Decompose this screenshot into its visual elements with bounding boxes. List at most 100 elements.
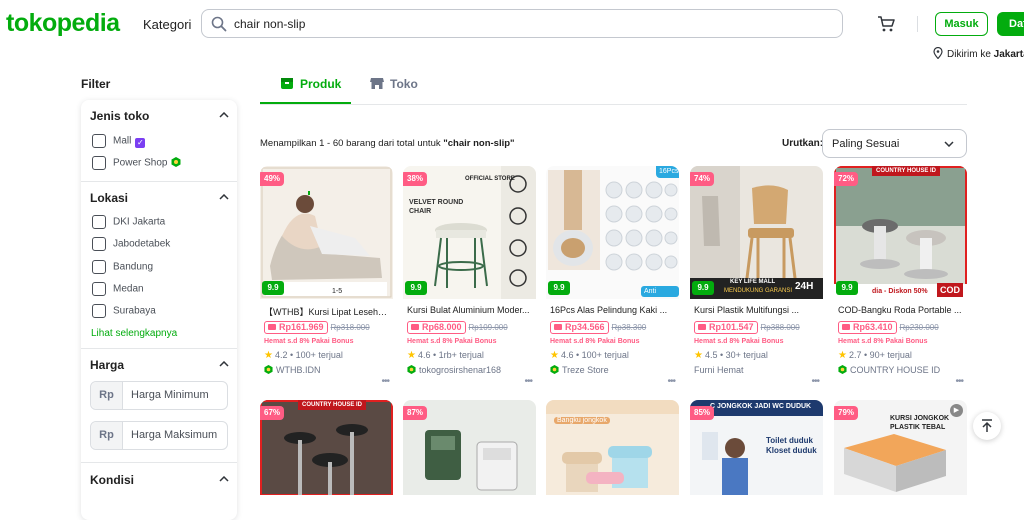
checkbox[interactable] bbox=[92, 156, 106, 170]
header-divider bbox=[917, 16, 918, 32]
arrow-up-icon bbox=[982, 419, 992, 432]
power-shop-badge-icon bbox=[407, 365, 416, 374]
product-title-overlay: Toilet duduk Kloset duduk bbox=[766, 436, 817, 455]
product-card[interactable]: KURSI JONGKOK PLASTIK TEBAL ▶ 79% bbox=[834, 400, 967, 495]
product-image[interactable]: Bangku jongkok bbox=[546, 400, 679, 495]
rating-value: 4.6 bbox=[560, 350, 574, 360]
checkbox[interactable] bbox=[92, 282, 106, 296]
product-image[interactable]: 1-5 9.9 49% bbox=[260, 166, 393, 299]
sold-count: 30+ terjual bbox=[725, 350, 768, 360]
rating-value: 2.7 bbox=[848, 350, 862, 360]
product-card[interactable]: 1-5 9.9 49% 【WTHB】Kursi Lipat Leseha... … bbox=[260, 166, 393, 392]
search-bar[interactable]: chair non-slip bbox=[201, 9, 843, 38]
price-box: Rp63.410 bbox=[838, 321, 897, 334]
rating-line: ★ 4.6 • 1rb+ terjual bbox=[407, 350, 484, 361]
product-image[interactable]: COUNTRY HOUSE ID dia - Diskon 50% COD 9.… bbox=[834, 166, 967, 299]
product-card[interactable]: KEY LIFE MALL MENDUKUNG GARANSI 24H 9.9 … bbox=[690, 166, 823, 392]
filter-heading: Harga bbox=[90, 358, 125, 372]
product-image[interactable]: KURSI JONGKOK PLASTIK TEBAL ▶ 79% bbox=[834, 400, 967, 495]
min-price-field[interactable]: Rp Harga Minimum bbox=[90, 381, 228, 410]
product-name[interactable]: Kursi Bulat Aluminium Moder... bbox=[407, 305, 533, 315]
checkbox[interactable] bbox=[92, 304, 106, 318]
option-label: DKI Jakarta bbox=[113, 216, 166, 228]
min-price-input[interactable]: Harga Minimum bbox=[131, 389, 209, 401]
product-name[interactable]: 【WTHB】Kursi Lipat Leseha... bbox=[264, 305, 390, 318]
shop-line: Furni Hemat bbox=[694, 365, 744, 375]
star-icon: ★ bbox=[407, 350, 416, 361]
option-label: Mall bbox=[113, 135, 132, 147]
promo-tag: 9.9 bbox=[405, 281, 427, 295]
product-image[interactable]: KEY LIFE MALL MENDUKUNG GARANSI 24H 9.9 … bbox=[690, 166, 823, 299]
filter-divider bbox=[81, 348, 237, 349]
cashback-icon bbox=[842, 324, 850, 330]
search-icon bbox=[211, 16, 227, 32]
shop-line: Treze Store bbox=[550, 365, 609, 375]
banner-text: C JONGKOK JADI WC DUDUK bbox=[710, 403, 812, 410]
scroll-to-top-button[interactable] bbox=[973, 412, 1001, 440]
product-name[interactable]: 16Pcs Alas Pelindung Kaki ... bbox=[550, 305, 676, 315]
filter-option-bandung[interactable]: Bandung bbox=[92, 260, 153, 276]
chevron-up-icon[interactable] bbox=[219, 476, 229, 482]
chevron-up-icon[interactable] bbox=[219, 112, 229, 118]
checkbox[interactable] bbox=[92, 215, 106, 229]
max-price-field[interactable]: Rp Harga Maksimum bbox=[90, 421, 228, 450]
shop-line: WTHB.IDN bbox=[264, 365, 321, 375]
cashback-icon bbox=[411, 324, 419, 330]
star-icon: ★ bbox=[264, 350, 273, 361]
product-image[interactable]: C JONGKOK JADI WC DUDUK Toilet duduk Klo… bbox=[690, 400, 823, 495]
cart-icon[interactable] bbox=[877, 15, 895, 33]
product-card[interactable]: 87% bbox=[403, 400, 536, 495]
product-image[interactable]: OFFICIAL STORE VELVET ROUND CHAIR 9.9 38… bbox=[403, 166, 536, 299]
more-options-icon[interactable]: ••• bbox=[955, 376, 963, 387]
product-card[interactable]: COUNTRY HOUSE ID 67% bbox=[260, 400, 393, 495]
price-line: Rp68.000 Rp109.000 bbox=[407, 321, 508, 334]
store-icon bbox=[370, 78, 384, 89]
bonus-text: Hemat s.d 8% Pakai Bonus bbox=[838, 338, 928, 345]
play-video-icon[interactable]: ▶ bbox=[950, 404, 963, 417]
login-button[interactable]: Masuk bbox=[935, 12, 988, 36]
search-input[interactable]: chair non-slip bbox=[234, 17, 305, 31]
product-card[interactable]: Bangku jongkok bbox=[546, 400, 679, 495]
filter-heading: Lokasi bbox=[90, 191, 129, 205]
more-options-icon[interactable]: ••• bbox=[667, 376, 675, 387]
filter-title: Filter bbox=[81, 77, 111, 91]
location-pin-icon bbox=[933, 47, 943, 59]
filter-option-jabodetabek[interactable]: Jabodetabek bbox=[92, 237, 170, 253]
filter-option-power-shop[interactable]: Power Shop bbox=[92, 156, 181, 172]
option-label: Surabaya bbox=[113, 305, 156, 317]
filter-option-mall[interactable]: Mall ✓ bbox=[92, 134, 146, 150]
product-card[interactable]: OFFICIAL STORE VELVET ROUND CHAIR 9.9 38… bbox=[403, 166, 536, 392]
discount-badge: 85% bbox=[690, 406, 715, 420]
product-image[interactable]: 16Pcs Anti Gores 9.9 bbox=[546, 166, 679, 299]
product-price: Rp161.969 bbox=[279, 322, 324, 332]
see-more-link[interactable]: Lihat selengkapnya bbox=[91, 328, 177, 339]
tokopedia-logo[interactable]: tokopedia bbox=[6, 9, 120, 38]
checkbox[interactable] bbox=[92, 134, 106, 148]
max-price-input[interactable]: Harga Maksimum bbox=[131, 429, 217, 441]
sort-dropdown[interactable]: Paling Sesuai bbox=[822, 129, 967, 158]
product-card[interactable]: C JONGKOK JADI WC DUDUK Toilet duduk Klo… bbox=[690, 400, 823, 495]
register-button[interactable]: Daf bbox=[997, 12, 1024, 36]
product-title-overlay: KURSI JONGKOK PLASTIK TEBAL bbox=[890, 415, 950, 431]
product-card[interactable]: COUNTRY HOUSE ID dia - Diskon 50% COD 9.… bbox=[834, 166, 967, 392]
filter-option-dki-jakarta[interactable]: DKI Jakarta bbox=[92, 215, 165, 231]
kategori-menu[interactable]: Kategori bbox=[143, 17, 191, 32]
cashback-icon bbox=[554, 324, 562, 330]
product-name[interactable]: COD-Bangku Roda Portable ... bbox=[838, 305, 964, 315]
filter-option-surabaya[interactable]: Surabaya bbox=[92, 304, 156, 320]
chevron-up-icon[interactable] bbox=[219, 361, 229, 367]
checkbox[interactable] bbox=[92, 237, 106, 251]
product-name[interactable]: Kursi Plastik Multifungsi ... bbox=[694, 305, 820, 315]
more-options-icon[interactable]: ••• bbox=[524, 376, 532, 387]
delivery-location[interactable]: Dikirim ke Jakarta bbox=[933, 47, 1024, 60]
more-options-icon[interactable]: ••• bbox=[381, 376, 389, 387]
chevron-up-icon[interactable] bbox=[219, 194, 229, 200]
cashback-icon bbox=[698, 324, 706, 330]
product-card[interactable]: 16Pcs Anti Gores 9.9 16Pcs Alas Pelindun… bbox=[546, 166, 679, 392]
more-options-icon[interactable]: ••• bbox=[811, 376, 819, 387]
filter-option-medan[interactable]: Medan bbox=[92, 282, 144, 298]
checkbox[interactable] bbox=[92, 260, 106, 274]
product-image[interactable]: 87% bbox=[403, 400, 536, 495]
rating-value: 4.6 bbox=[417, 350, 431, 360]
product-image[interactable]: COUNTRY HOUSE ID 67% bbox=[260, 400, 393, 495]
